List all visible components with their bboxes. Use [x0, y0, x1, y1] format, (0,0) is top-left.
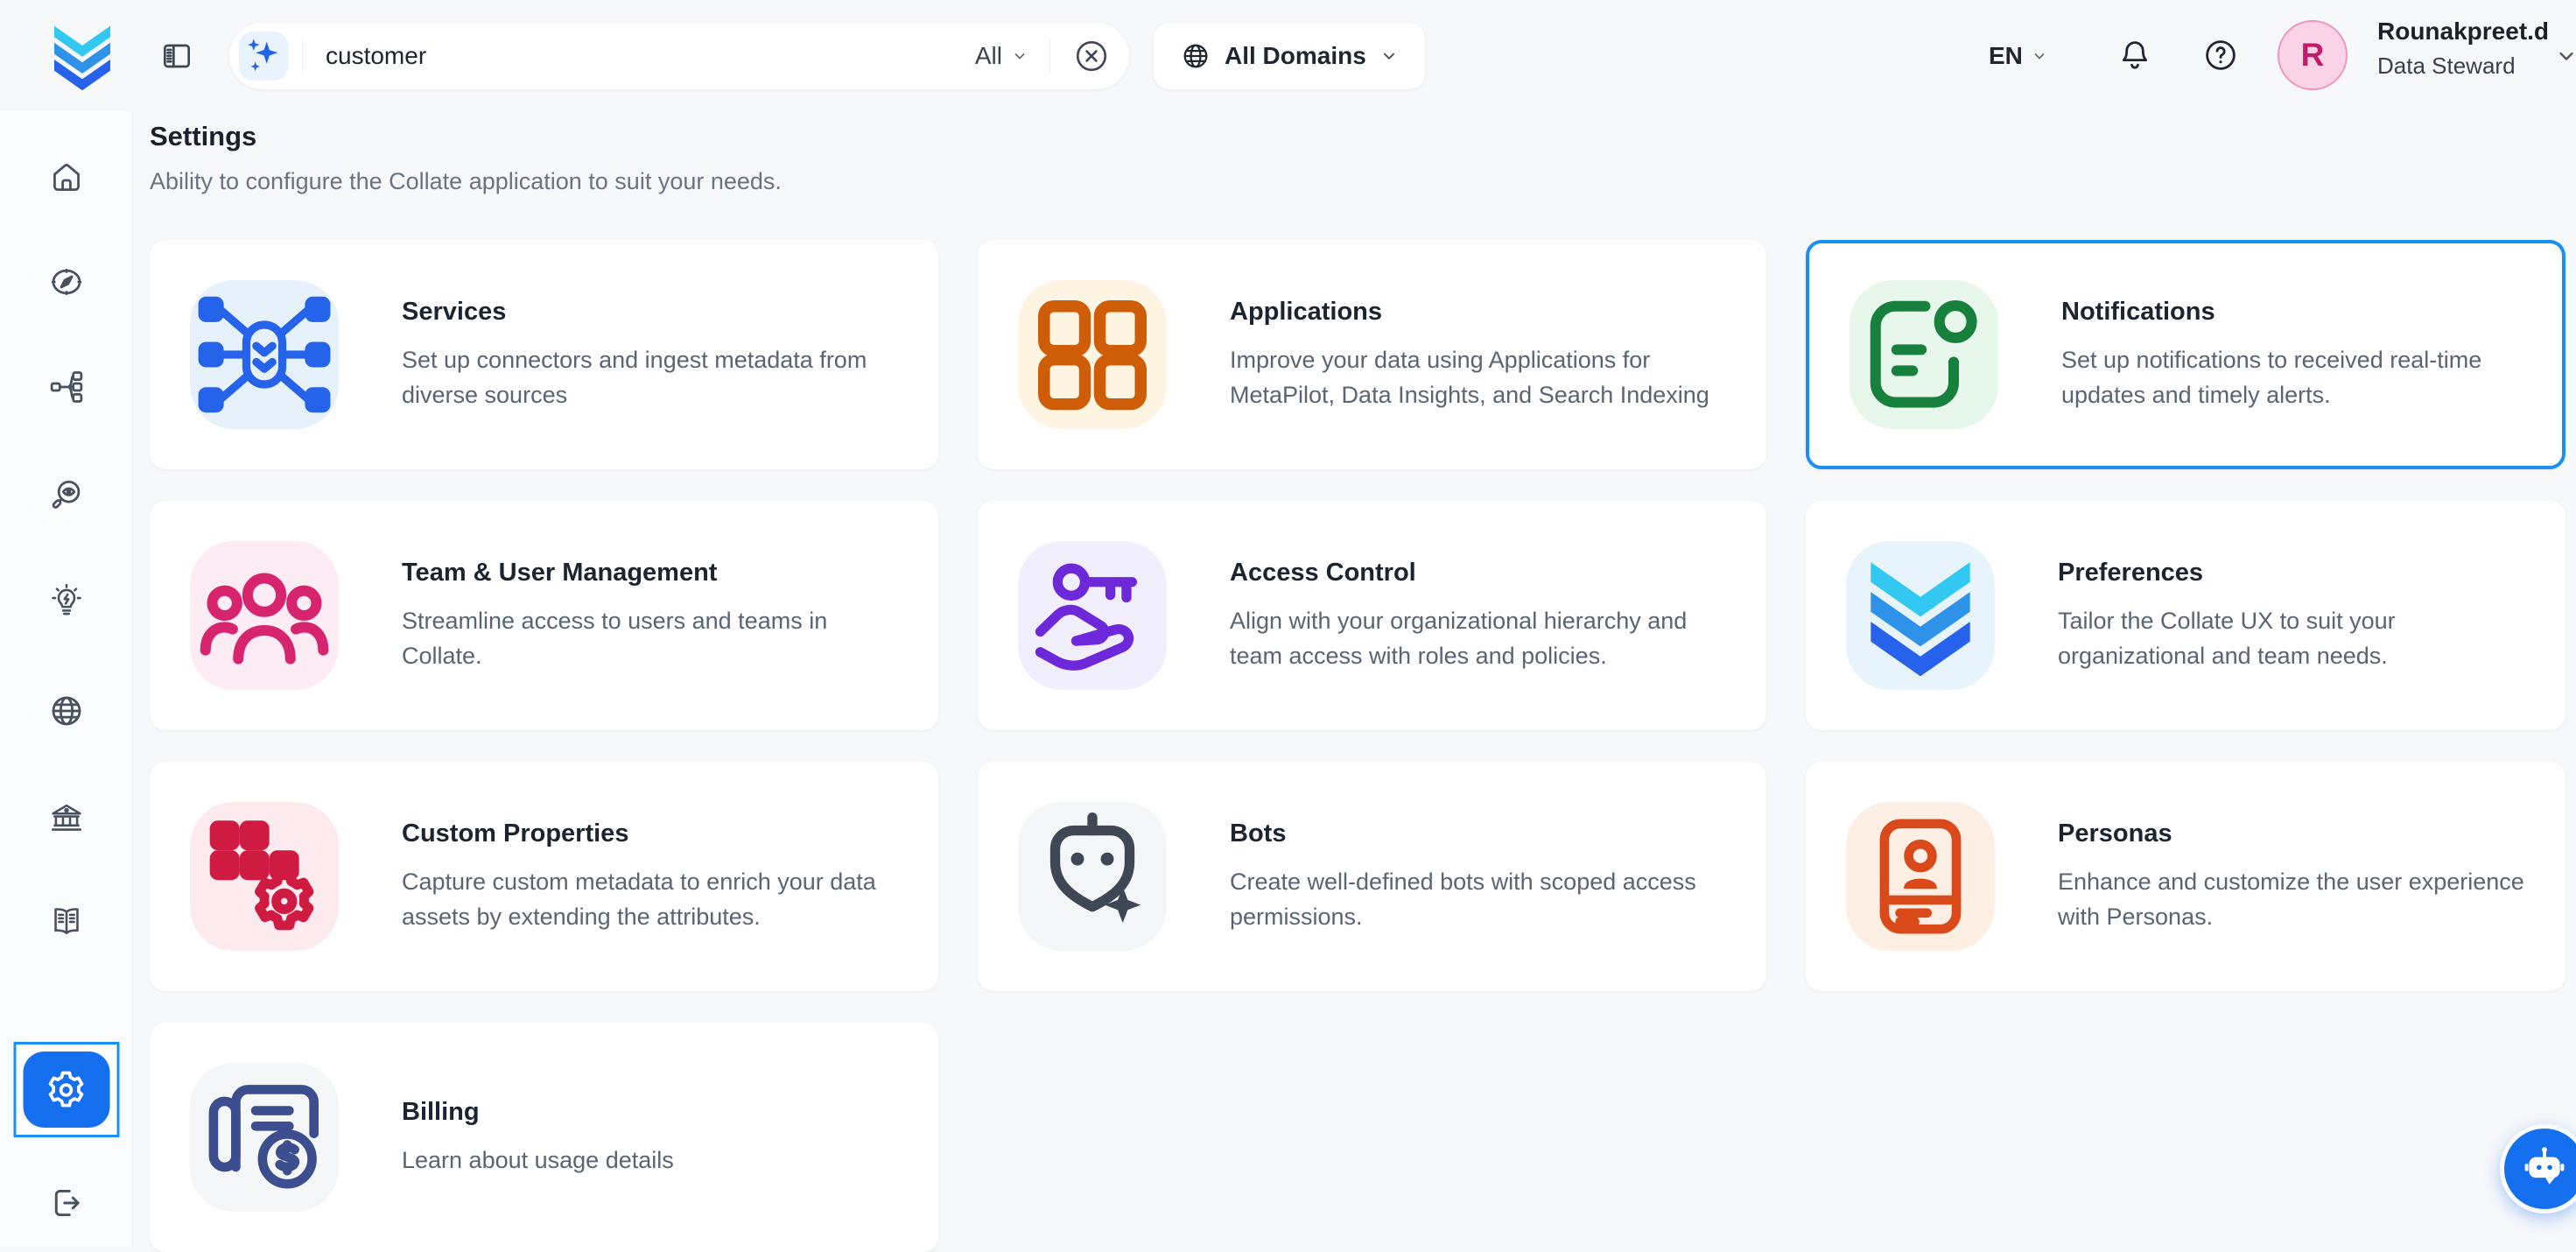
sidebar-item-domains[interactable] [47, 692, 86, 730]
top-bar: All All Domains EN R Rounakpreet.d Data … [0, 0, 2576, 111]
compass-icon [47, 263, 86, 301]
logout-icon [47, 1184, 86, 1222]
card-title: Services [402, 298, 903, 327]
chevron-down-icon [2031, 47, 2048, 65]
page-subtitle: Ability to configure the Collate applica… [150, 168, 782, 195]
billing-receipt-icon [190, 1063, 339, 1212]
card-description: Enhance and customize the user experienc… [2058, 864, 2530, 934]
search-scope-dropdown[interactable]: All [975, 42, 1028, 70]
settings-card-personas[interactable]: Personas Enhance and customize the user e… [1806, 762, 2565, 991]
card-description: Create well-defined bots with scoped acc… [1230, 864, 1731, 934]
clear-search-icon[interactable] [1073, 38, 1110, 74]
settings-card-notifications[interactable]: Notifications Set up notifications to rec… [1806, 240, 2565, 469]
settings-card-access-control[interactable]: Access Control Align with your organizati… [978, 501, 1766, 730]
sidebar-item-home[interactable] [47, 158, 86, 196]
card-title: Team & User Management [402, 559, 903, 587]
chevron-down-icon [1379, 46, 1399, 66]
card-description: Align with your organizational hierarchy… [1230, 603, 1731, 673]
access-key-icon [1018, 541, 1167, 690]
avatar-initial: R [2301, 37, 2325, 74]
user-name: Rounakpreet.d [2377, 18, 2549, 46]
sidebar-item-govern[interactable] [47, 798, 86, 837]
notifications-bell-icon[interactable] [2116, 37, 2153, 74]
settings-card-billing[interactable]: Billing Learn about usage details [150, 1023, 938, 1252]
left-sidebar [0, 111, 133, 1247]
card-title: Access Control [1230, 559, 1731, 587]
settings-card-grid: Services Set up connectors and ingest met… [150, 240, 2565, 1252]
card-description: Tailor the Collate UX to suit your organ… [2058, 603, 2530, 673]
language-selector[interactable]: EN [1989, 0, 2048, 111]
chat-bot-icon [2516, 1141, 2572, 1197]
settings-card-team-user-management[interactable]: Team & User Management Streamline access … [150, 501, 938, 730]
settings-card-services[interactable]: Services Set up connectors and ingest met… [150, 240, 938, 469]
sidebar-item-insights[interactable] [47, 581, 86, 620]
divider [1049, 38, 1050, 74]
card-title: Bots [1230, 819, 1731, 848]
bot-icon [1018, 802, 1167, 951]
settings-card-bots[interactable]: Bots Create well-defined bots with scoped… [978, 762, 1766, 991]
collate-layers-icon [1846, 541, 1995, 690]
globe-icon [1180, 40, 1211, 72]
card-title: Applications [1230, 298, 1731, 327]
card-description: Learn about usage details [402, 1143, 674, 1178]
gear-icon [44, 1067, 89, 1113]
sidebar-item-data-assets[interactable] [47, 368, 86, 406]
team-users-icon [190, 541, 339, 690]
sidebar-item-logout[interactable] [47, 1184, 86, 1222]
card-description: Improve your data using Applications for… [1230, 342, 1731, 412]
insights-bulb-icon [47, 581, 86, 620]
sidebar-item-glossary[interactable] [47, 902, 86, 940]
all-domains-label: All Domains [1225, 42, 1366, 70]
card-title: Preferences [2058, 559, 2530, 587]
collate-logo-icon[interactable] [39, 14, 126, 98]
globe-icon [47, 692, 86, 730]
chevron-down-icon [1011, 47, 1028, 65]
persona-card-icon [1846, 802, 1995, 951]
observability-icon [47, 475, 86, 514]
card-description: Capture custom metadata to enrich your d… [402, 864, 903, 934]
sidebar-item-explore[interactable] [47, 263, 86, 301]
sidebar-item-observability[interactable] [47, 475, 86, 514]
card-title: Custom Properties [402, 819, 903, 848]
lineage-icon [47, 368, 86, 406]
card-title: Personas [2058, 819, 2530, 848]
custom-properties-icon [190, 802, 339, 951]
card-description: Streamline access to users and teams in … [402, 603, 903, 673]
search-input[interactable] [326, 42, 958, 70]
language-label: EN [1989, 42, 2023, 70]
search-scope-label: All [975, 42, 1002, 70]
apps-grid-icon [1018, 280, 1167, 429]
notifications-icon [1850, 280, 1998, 429]
user-role: Data Steward [2377, 53, 2516, 80]
divider [302, 38, 303, 74]
user-menu-chevron-icon[interactable] [2554, 44, 2576, 68]
book-icon [47, 902, 86, 940]
global-search-bar[interactable]: All [229, 23, 1129, 89]
user-avatar[interactable]: R [2278, 20, 2348, 90]
all-domains-button[interactable]: All Domains [1154, 23, 1425, 89]
home-icon [47, 158, 86, 196]
card-description: Set up notifications to received real-ti… [2061, 342, 2527, 412]
sidebar-toggle-icon[interactable] [159, 39, 194, 74]
settings-card-custom-properties[interactable]: Custom Properties Capture custom metadata… [150, 762, 938, 991]
bank-icon [47, 798, 86, 837]
card-title: Notifications [2061, 298, 2527, 327]
card-description: Set up connectors and ingest metadata fr… [402, 342, 903, 412]
settings-card-preferences[interactable]: Preferences Tailor the Collate UX to suit… [1806, 501, 2565, 730]
card-title: Billing [402, 1098, 674, 1127]
services-network-icon [190, 280, 339, 429]
help-icon[interactable] [2202, 37, 2239, 74]
settings-card-applications[interactable]: Applications Improve your data using Appl… [978, 240, 1766, 469]
sidebar-item-settings[interactable] [13, 1042, 119, 1137]
ai-sparkle-icon[interactable] [239, 32, 288, 81]
page-title: Settings [150, 121, 256, 152]
